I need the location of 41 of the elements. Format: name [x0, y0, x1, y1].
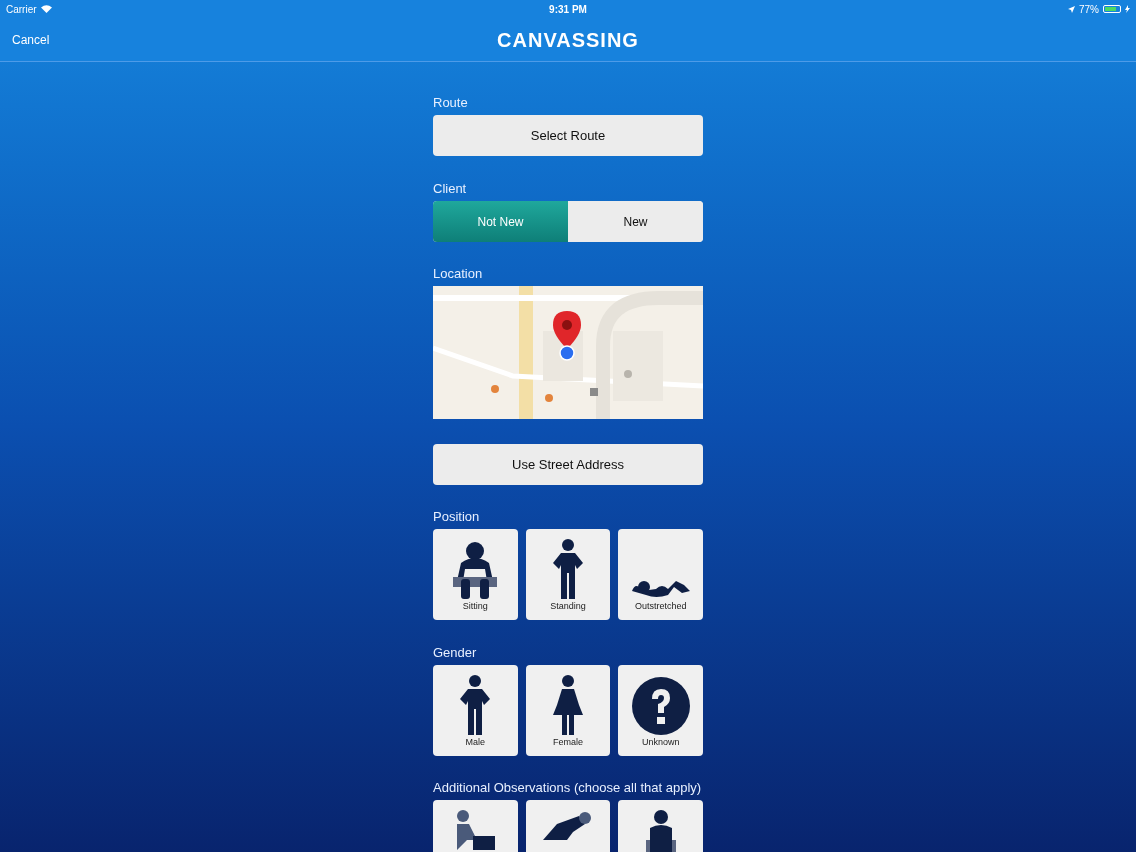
- section-label: Position: [433, 508, 481, 526]
- standing-person-icon: [553, 539, 583, 599]
- male-figure-icon: [460, 675, 491, 735]
- gender-option[interactable]: Female: [525, 665, 611, 756]
- carrier-label: Carrier: [6, 2, 37, 17]
- tile-label: Female: [553, 737, 583, 748]
- section-label: Gender: [433, 644, 478, 662]
- seated-person-icon: [643, 810, 678, 852]
- tile-label: Outstretched: [634, 601, 687, 612]
- position-option[interactable]: Sitting: [433, 529, 518, 620]
- map-pin-icon: [553, 311, 581, 361]
- screen-title: CANVASSING: [497, 27, 639, 53]
- tile-label: Male: [465, 737, 486, 748]
- gender-option[interactable]: Unknown: [618, 665, 703, 756]
- reclining-person-icon: [543, 810, 593, 840]
- gender-option[interactable]: Male: [433, 665, 518, 756]
- section-label: Route: [433, 94, 469, 112]
- location-arrow-icon: [1067, 5, 1075, 13]
- section-label: Client: [433, 180, 468, 198]
- female-figure-icon: [553, 675, 583, 735]
- segment-option[interactable]: Not New: [433, 201, 568, 242]
- battery-percent: 77%: [1078, 2, 1099, 17]
- section-label: Additional Observations (choose all that apply): [433, 779, 703, 797]
- position-option[interactable]: Standing: [525, 529, 611, 620]
- battery-icon: [1103, 5, 1121, 13]
- select-route-button[interactable]: Select Route: [433, 115, 703, 156]
- sitting-person-icon: [453, 541, 498, 599]
- tile-label: Unknown: [641, 737, 680, 748]
- street-address-button[interactable]: Use Street Address: [433, 444, 703, 485]
- question-mark-icon: [631, 677, 690, 735]
- status-time: 9:31 PM: [549, 2, 587, 17]
- tile-label: Sitting: [462, 601, 488, 612]
- position-option[interactable]: Outstretched: [618, 529, 703, 620]
- cancel-button[interactable]: Cancel: [12, 30, 50, 49]
- observation-option[interactable]: [618, 800, 703, 852]
- observation-option[interactable]: [525, 800, 611, 852]
- charging-bolt-icon: [1125, 5, 1130, 13]
- section-label: Location: [433, 265, 484, 283]
- wifi-icon: [40, 5, 52, 13]
- observation-option[interactable]: [433, 800, 518, 852]
- tile-label: Standing: [550, 601, 586, 612]
